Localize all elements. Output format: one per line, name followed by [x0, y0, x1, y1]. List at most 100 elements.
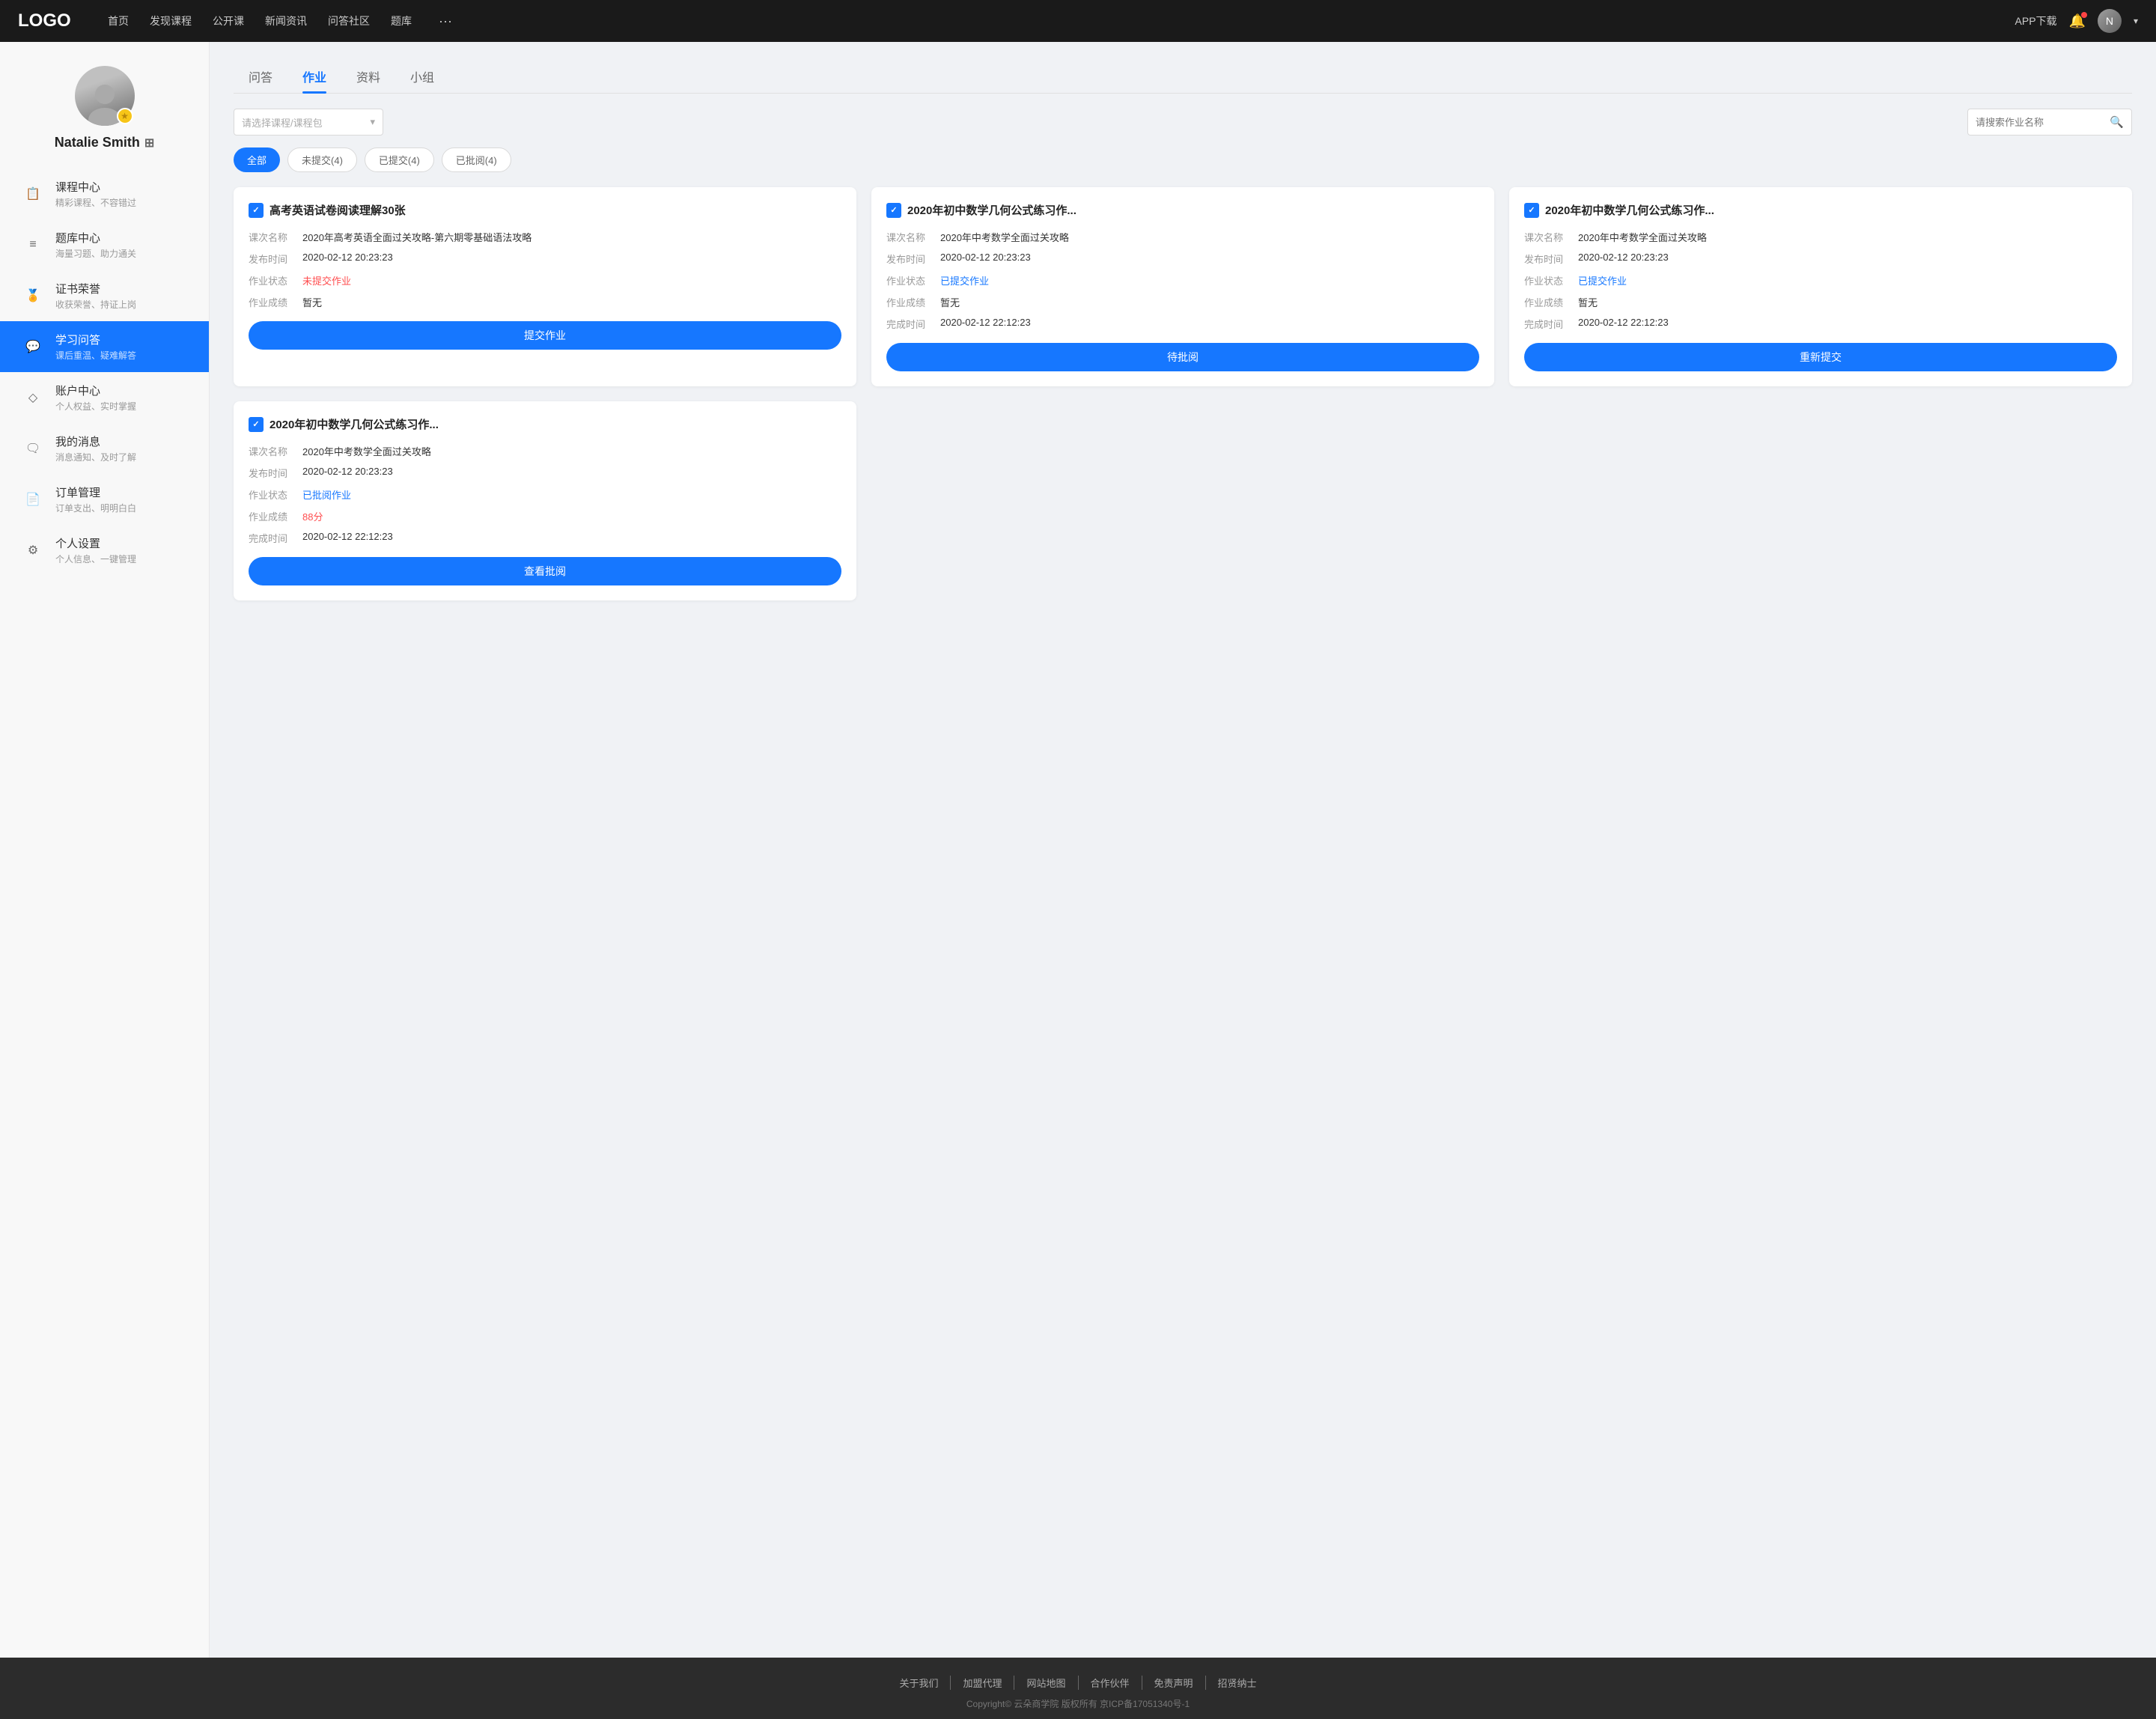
orders-sub: 订单支出、明明白白	[55, 502, 136, 514]
courses-title: 课程中心	[55, 179, 136, 195]
navbar-right: APP下载 🔔 N ▾	[2015, 9, 2138, 33]
nav-discover[interactable]: 发现课程	[150, 13, 192, 29]
settings-text: 个人设置 个人信息、一键管理	[55, 535, 136, 565]
footer-copyright: Copyright© 云朵商学院 版权所有 京ICP备17051340号-1	[0, 1697, 2156, 1710]
sidebar-item-qa[interactable]: 💬 学习问答 课后重温、疑难解答	[0, 321, 209, 372]
footer-disclaimer[interactable]: 免责声明	[1142, 1676, 1206, 1690]
status-all[interactable]: 全部	[234, 147, 280, 172]
hw2-course-value: 2020年中考数学全面过关攻略	[940, 230, 1479, 244]
courses-sub: 精彩课程、不容错过	[55, 196, 136, 209]
tab-homework[interactable]: 作业	[287, 60, 341, 93]
nav-qa[interactable]: 问答社区	[328, 13, 370, 29]
messages-icon: 🗨	[21, 436, 45, 460]
tab-materials[interactable]: 资料	[341, 60, 395, 93]
hw2-complete-value: 2020-02-12 22:12:23	[940, 317, 1479, 331]
sidebar-item-certificates[interactable]: 🏅 证书荣誉 收获荣誉、持证上岗	[0, 270, 209, 321]
qbank-sub: 海量习题、助力通关	[55, 247, 136, 260]
sidebar-item-courses[interactable]: 📋 课程中心 精彩课程、不容错过	[0, 168, 209, 219]
hw1-status-label: 作业状态	[249, 273, 302, 287]
courses-icon: 📋	[21, 182, 45, 206]
tab-groups[interactable]: 小组	[395, 60, 449, 93]
bell-icon[interactable]: 🔔	[2069, 13, 2086, 29]
footer-recruit[interactable]: 招贤纳士	[1206, 1676, 1269, 1690]
hw2-status-value: 已提交作业	[940, 273, 1479, 287]
status-submitted[interactable]: 已提交(4)	[365, 147, 434, 172]
filter-row: 请选择课程/课程包 ▾ 🔍	[234, 109, 2132, 136]
hw4-title: 2020年初中数学几何公式练习作...	[270, 416, 439, 432]
hw2-score-row: 作业成绩 暂无	[886, 295, 1479, 309]
page-wrapper: ★ Natalie Smith ⊞ 📋 课程中心 精彩课程、不容错过 ≡ 题库中…	[0, 42, 2156, 1658]
avatar-badge: ★	[117, 108, 133, 124]
hw1-status-row: 作业状态 未提交作业	[249, 273, 841, 287]
nav-open[interactable]: 公开课	[213, 13, 244, 29]
settings-icon: ⚙	[21, 538, 45, 562]
hw1-course-value: 2020年高考英语全面过关攻略-第六期零基础语法攻略	[302, 230, 841, 244]
nav-bank[interactable]: 题库	[391, 13, 412, 29]
tab-qa[interactable]: 问答	[234, 60, 287, 93]
cert-sub: 收获荣誉、持证上岗	[55, 298, 136, 311]
course-select-chevron-icon: ▾	[370, 116, 375, 128]
sidebar-item-account[interactable]: ◇ 账户中心 个人权益、实时掌握	[0, 372, 209, 423]
courses-text: 课程中心 精彩课程、不容错过	[55, 179, 136, 209]
navbar: LOGO 首页 发现课程 公开课 新闻资讯 问答社区 题库 ··· APP下载 …	[0, 0, 2156, 42]
logo: LOGO	[18, 10, 78, 31]
hw2-title: 2020年初中数学几何公式练习作...	[907, 202, 1077, 218]
footer-partner[interactable]: 合作伙伴	[1079, 1676, 1142, 1690]
tabs-row: 问答 作业 资料 小组	[234, 60, 2132, 94]
search-box: 🔍	[1967, 109, 2132, 136]
hw2-score-value: 暂无	[940, 295, 1479, 309]
hw1-score-row: 作业成绩 暂无	[249, 295, 841, 309]
hw2-complete-label: 完成时间	[886, 317, 940, 331]
hw1-title-row: ✓ 高考英语试卷阅读理解30张	[249, 202, 841, 218]
hw4-title-row: ✓ 2020年初中数学几何公式练习作...	[249, 416, 841, 432]
certificates-text: 证书荣誉 收获荣誉、持证上岗	[55, 281, 136, 311]
qa-text: 学习问答 课后重温、疑难解答	[55, 332, 136, 362]
qr-icon[interactable]: ⊞	[144, 136, 154, 150]
hw2-action-button[interactable]: 待批阅	[886, 343, 1479, 371]
hw3-complete-value: 2020-02-12 22:12:23	[1578, 317, 2117, 331]
avatar[interactable]: N	[2098, 9, 2122, 33]
filter-left: 请选择课程/课程包 ▾	[234, 109, 383, 136]
hw-card-3: ✓ 2020年初中数学几何公式练习作... 课次名称 2020年中考数学全面过关…	[1509, 187, 2132, 386]
hw3-status-label: 作业状态	[1524, 273, 1578, 287]
sidebar-item-question-bank[interactable]: ≡ 题库中心 海量习题、助力通关	[0, 219, 209, 270]
nav-more[interactable]: ···	[439, 13, 452, 29]
hw3-complete-label: 完成时间	[1524, 317, 1578, 331]
search-icon[interactable]: 🔍	[2110, 115, 2124, 129]
hw3-action-button[interactable]: 重新提交	[1524, 343, 2117, 371]
sidebar-item-orders[interactable]: 📄 订单管理 订单支出、明明白白	[0, 474, 209, 525]
nav-news[interactable]: 新闻资讯	[265, 13, 307, 29]
hw1-action-button[interactable]: 提交作业	[249, 321, 841, 350]
hw4-status-value: 已批阅作业	[302, 487, 841, 502]
hw1-publish-value: 2020-02-12 20:23:23	[302, 252, 841, 266]
sidebar-item-messages[interactable]: 🗨 我的消息 消息通知、及时了解	[0, 423, 209, 474]
app-download[interactable]: APP下载	[2015, 13, 2057, 28]
status-not-submitted[interactable]: 未提交(4)	[287, 147, 357, 172]
footer-sitemap[interactable]: 网站地图	[1014, 1676, 1078, 1690]
hw4-publish-row: 发布时间 2020-02-12 20:23:23	[249, 466, 841, 480]
hw1-score-value: 暂无	[302, 295, 841, 309]
status-reviewed[interactable]: 已批阅(4)	[442, 147, 511, 172]
hw3-course-row: 课次名称 2020年中考数学全面过关攻略	[1524, 230, 2117, 244]
hw2-title-row: ✓ 2020年初中数学几何公式练习作...	[886, 202, 1479, 218]
avatar-chevron-icon[interactable]: ▾	[2134, 16, 2138, 26]
course-select[interactable]: 请选择课程/课程包 ▾	[234, 109, 383, 136]
hw2-score-label: 作业成绩	[886, 295, 940, 309]
sidebar-menu: 📋 课程中心 精彩课程、不容错过 ≡ 题库中心 海量习题、助力通关 🏅 证书荣誉…	[0, 168, 209, 576]
hw3-publish-value: 2020-02-12 20:23:23	[1578, 252, 2117, 266]
sidebar-item-settings[interactable]: ⚙ 个人设置 个人信息、一键管理	[0, 525, 209, 576]
nav-home[interactable]: 首页	[108, 13, 129, 29]
footer-agent[interactable]: 加盟代理	[951, 1676, 1014, 1690]
badge-star-icon: ★	[121, 111, 129, 121]
hw2-status-label: 作业状态	[886, 273, 940, 287]
hw4-course-label: 课次名称	[249, 444, 302, 458]
hw2-complete-row: 完成时间 2020-02-12 22:12:23	[886, 317, 1479, 331]
hw2-publish-row: 发布时间 2020-02-12 20:23:23	[886, 252, 1479, 266]
hw4-action-button[interactable]: 查看批阅	[249, 557, 841, 585]
hw4-status-label: 作业状态	[249, 487, 302, 502]
footer-about[interactable]: 关于我们	[887, 1676, 951, 1690]
hw1-title: 高考英语试卷阅读理解30张	[270, 202, 406, 218]
search-input[interactable]	[1976, 117, 2110, 128]
hw1-score-label: 作业成绩	[249, 295, 302, 309]
footer-links: 关于我们 加盟代理 网站地图 合作伙伴 免责声明 招贤纳士	[0, 1676, 2156, 1690]
